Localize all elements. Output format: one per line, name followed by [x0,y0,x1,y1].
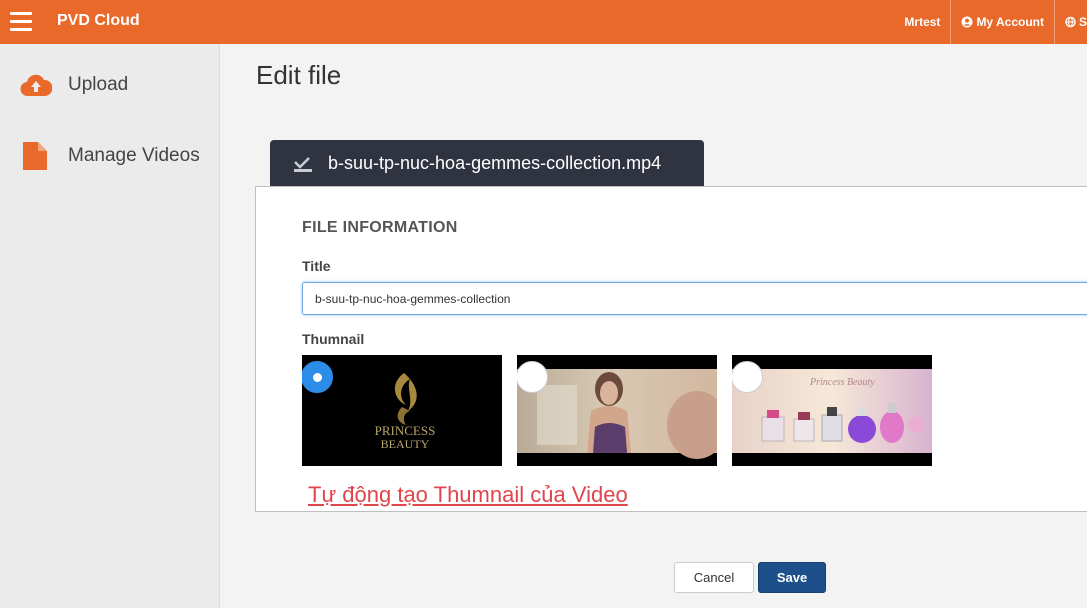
my-account-label: My Account [976,15,1044,29]
thumbnail-option-2[interactable] [517,355,717,466]
sidebar: Upload Manage Videos [0,44,220,608]
hamburger-menu-icon[interactable] [10,12,32,32]
file-info-panel: FILE INFORMATION Title Thumnail PRINCESS… [255,186,1087,512]
thumb-brand-text: Princess Beauty [809,377,875,388]
sidebar-item-label: Manage Videos [68,145,200,166]
page-title: Edit file [256,60,342,90]
thumbnail-option-1[interactable]: PRINCESS BEAUTY [302,355,502,466]
cloud-upload-icon [20,74,52,97]
check-download-icon [294,156,312,172]
user-circle-icon [961,16,973,28]
top-right-menu: Mrtest My Account S [894,0,1087,44]
my-account-link[interactable]: My Account [950,0,1054,44]
thumbnail-options: PRINCESS BEAUTY Princess Beauty [302,355,947,466]
thumbnail-radio-selected[interactable] [302,361,333,393]
brand-name[interactable]: PVD Cloud [57,12,140,30]
section-title: FILE INFORMATION [302,219,458,236]
settings-link[interactable]: S [1054,0,1087,44]
sidebar-item-label: Upload [68,74,129,95]
file-icon [23,142,47,170]
save-button[interactable]: Save [758,562,826,593]
sidebar-item-upload[interactable]: Upload [20,72,128,98]
thumbnail-radio[interactable] [517,361,548,393]
thumbnail-label: Thumnail [302,331,365,347]
thumbnail-radio[interactable] [732,361,763,393]
file-tab[interactable]: b-suu-tp-nuc-hoa-gemmes-collection.mp4 [270,140,704,187]
cancel-button[interactable]: Cancel [674,562,754,593]
settings-label: S [1078,15,1087,29]
thumb-logo-text-1: PRINCESS [375,423,436,438]
globe-icon [1065,16,1076,28]
sidebar-item-manage-videos[interactable]: Manage Videos [20,140,200,172]
user-name-link[interactable]: Mrtest [894,0,950,44]
title-label: Title [302,258,331,274]
file-name: b-suu-tp-nuc-hoa-gemmes-collection.mp4 [328,153,662,173]
title-input[interactable] [302,282,1087,315]
top-navbar: PVD Cloud Mrtest My Account S [0,0,1087,44]
thumbnail-option-3[interactable]: Princess Beauty [732,355,932,466]
thumb-logo-text-2: BEAUTY [381,437,430,451]
auto-thumbnail-annotation: Tự động tạo Thumnail của Video [308,482,628,507]
